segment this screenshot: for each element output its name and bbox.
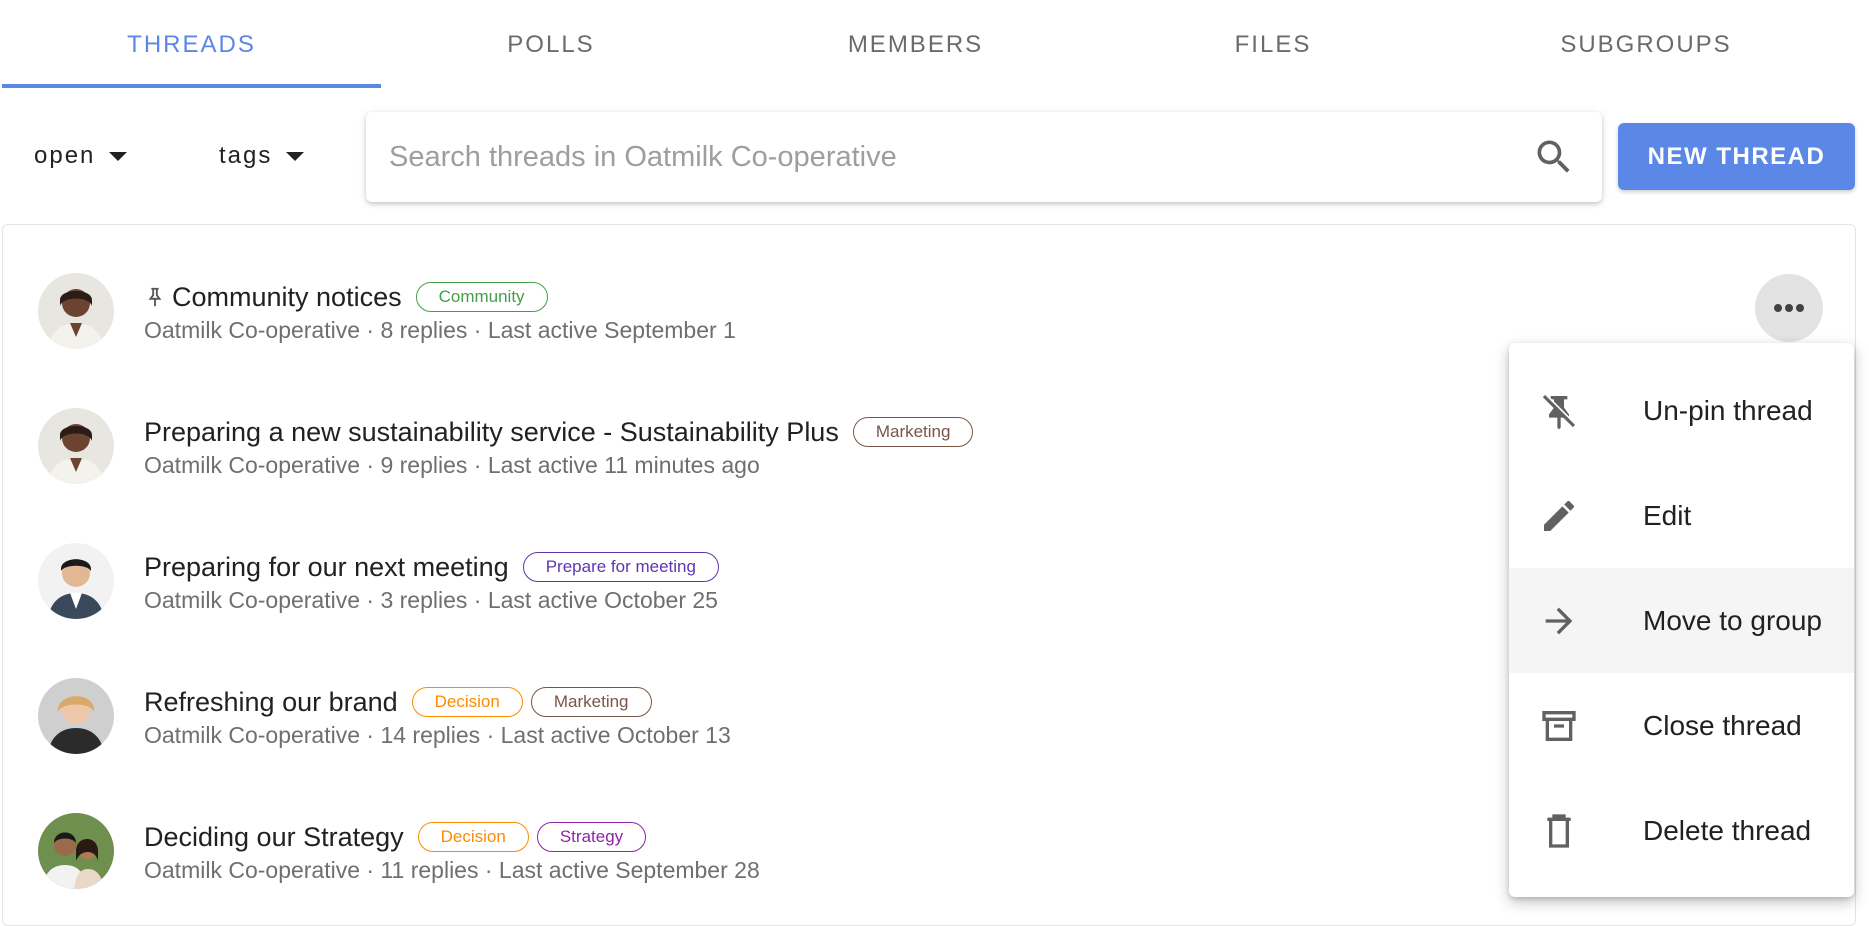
thread-tag[interactable]: Prepare for meeting	[522, 552, 719, 582]
thread-actions-menu: Un-pin thread Edit Move to group Close t…	[1509, 343, 1854, 897]
thread-tag[interactable]: Strategy	[536, 822, 647, 852]
thread-title-line: Preparing for our next meeting Prepare f…	[144, 547, 719, 587]
arrow-right-icon	[1545, 607, 1573, 635]
thread-meta: Oatmilk Co-operative · 8 replies · Last …	[144, 317, 736, 343]
tab-polls[interactable]: POLLS	[381, 0, 721, 90]
thread-meta: Oatmilk Co-operative · 11 replies · Last…	[144, 857, 760, 883]
avatar	[38, 678, 114, 754]
thread-title[interactable]: Preparing a new sustainability service -…	[144, 417, 839, 448]
thread-tag[interactable]: Marketing	[530, 687, 652, 717]
menu-item-label: Move to group	[1643, 604, 1822, 636]
tags-filter-dropdown[interactable]: tags	[219, 136, 305, 176]
thread-title[interactable]: Preparing for our next meeting	[144, 552, 509, 583]
thread-title-line: Preparing a new sustainability service -…	[144, 412, 974, 452]
trash-icon	[1547, 814, 1571, 848]
status-filter-label: open	[34, 142, 96, 169]
menu-item-delete-thread[interactable]: Delete thread	[1509, 778, 1854, 883]
thread-meta: Oatmilk Co-operative · 9 replies · Last …	[144, 452, 760, 478]
thread-title[interactable]: Refreshing our brand	[144, 687, 398, 718]
thread-title[interactable]: Deciding our Strategy	[144, 822, 404, 853]
thread-meta: Oatmilk Co-operative · 14 replies · Last…	[144, 722, 731, 748]
menu-item-edit[interactable]: Edit	[1509, 463, 1854, 568]
avatar	[38, 543, 114, 619]
caret-down-icon	[286, 151, 305, 161]
thread-tag[interactable]: Community	[415, 282, 548, 312]
menu-item-move-to-group[interactable]: Move to group	[1509, 568, 1854, 673]
menu-item-label: Delete thread	[1643, 814, 1812, 846]
tab-members[interactable]: MEMBERS	[721, 0, 1110, 90]
thread-row[interactable]: Community notices Community Oatmilk Co-o…	[3, 225, 1503, 360]
avatar	[38, 408, 114, 484]
avatar	[38, 273, 114, 349]
thread-tag[interactable]: Decision	[417, 822, 529, 852]
tab-bar: THREADS POLLS MEMBERS FILES SUBGROUPS	[0, 0, 1869, 90]
new-thread-button[interactable]: NEW THREAD	[1618, 123, 1855, 190]
menu-item-label: Edit	[1643, 499, 1692, 531]
tags-filter-label: tags	[219, 142, 273, 169]
unpin-icon	[1542, 394, 1578, 430]
status-filter-dropdown[interactable]: open	[34, 136, 128, 176]
menu-item-unpin[interactable]: Un-pin thread	[1509, 358, 1854, 463]
thread-row[interactable]: Preparing a new sustainability service -…	[3, 360, 1503, 495]
thread-row[interactable]: Deciding our Strategy Decision Strategy …	[3, 765, 1503, 900]
thread-meta: Oatmilk Co-operative · 3 replies · Last …	[144, 587, 718, 613]
archive-icon	[1542, 711, 1576, 741]
pencil-icon	[1544, 500, 1575, 531]
thread-tag[interactable]: Decision	[411, 687, 523, 717]
tab-subgroups[interactable]: SUBGROUPS	[1436, 0, 1856, 90]
more-horizontal-icon	[1774, 304, 1804, 312]
search-box	[366, 112, 1602, 202]
tab-threads[interactable]: THREADS	[2, 0, 381, 90]
search-icon[interactable]	[1532, 135, 1576, 179]
tab-files[interactable]: FILES	[1110, 0, 1436, 90]
avatar	[38, 813, 114, 889]
menu-item-label: Un-pin thread	[1643, 394, 1813, 426]
menu-item-label: Close thread	[1643, 709, 1802, 741]
thread-title[interactable]: Community notices	[172, 282, 402, 313]
thread-title-line: Deciding our Strategy Decision Strategy	[144, 817, 647, 857]
more-actions-button[interactable]	[1755, 274, 1823, 342]
thread-row[interactable]: Refreshing our brand Decision Marketing …	[3, 630, 1503, 765]
caret-down-icon	[109, 151, 128, 161]
pin-icon	[148, 287, 162, 307]
menu-item-close-thread[interactable]: Close thread	[1509, 673, 1854, 778]
thread-row[interactable]: Preparing for our next meeting Prepare f…	[3, 495, 1503, 630]
active-tab-indicator	[2, 84, 381, 88]
thread-title-line: Refreshing our brand Decision Marketing	[144, 682, 652, 722]
thread-title-line: Community notices Community	[144, 277, 548, 317]
search-input[interactable]	[366, 126, 1532, 188]
thread-tag[interactable]: Marketing	[852, 417, 974, 447]
